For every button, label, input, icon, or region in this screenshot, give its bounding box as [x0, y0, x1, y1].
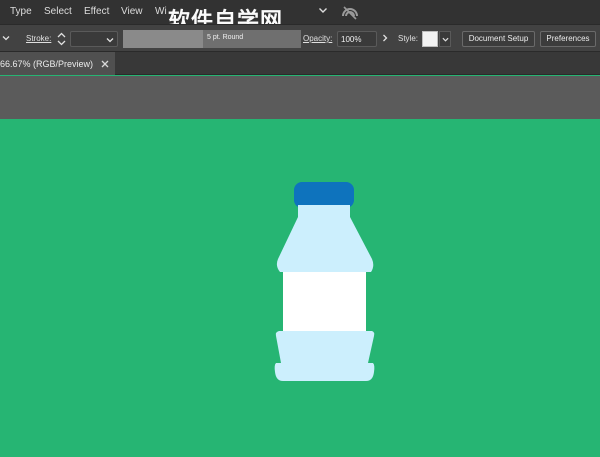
style-label: Style: — [398, 34, 419, 43]
document-tab-bar: 66.67% (RGB/Preview) — [0, 52, 600, 75]
canvas-pasteboard — [0, 76, 600, 119]
close-icon[interactable] — [101, 60, 109, 68]
bottle-illustration[interactable] — [269, 178, 379, 388]
menu-bar: Type Select Effect View Wi 软件自学网 — [0, 0, 600, 34]
bottle-body — [274, 331, 375, 381]
opacity-value: 100% — [341, 35, 362, 44]
menu-select[interactable]: Select — [44, 6, 72, 17]
chevron-down-icon[interactable] — [442, 36, 449, 43]
menu-view[interactable]: View — [121, 6, 143, 17]
style-swatch[interactable] — [422, 31, 438, 47]
stepper-icon[interactable] — [55, 30, 68, 48]
stroke-label[interactable]: Stroke: — [26, 34, 51, 43]
menu-type[interactable]: Type — [10, 6, 32, 17]
brush-definition[interactable]: 5 pt. Round — [203, 30, 301, 48]
chevron-right-icon[interactable] — [381, 34, 389, 42]
brush-preset-label: 5 pt. Round — [207, 34, 244, 41]
document-setup-button[interactable]: Document Setup — [462, 31, 535, 47]
chevron-down-icon[interactable] — [2, 34, 10, 42]
preferences-button[interactable]: Preferences — [540, 31, 596, 47]
bottle-label — [283, 272, 366, 332]
style-dropdown[interactable] — [439, 31, 451, 47]
document-tab-label: 66.67% (RGB/Preview) — [0, 59, 94, 69]
chevron-down-icon[interactable] — [106, 36, 114, 44]
gpu-performance-icon[interactable] — [340, 3, 360, 21]
opacity-field[interactable]: 100% — [337, 31, 377, 47]
chevron-down-icon[interactable] — [318, 5, 328, 15]
menu-effect[interactable]: Effect — [84, 6, 109, 17]
bottle-cap — [294, 182, 354, 208]
opacity-label[interactable]: Opacity: — [303, 34, 332, 43]
menu-window[interactable]: Wi — [155, 6, 167, 17]
control-bar: Stroke: 5 pt. Round Opacity: 100% Style:… — [0, 24, 600, 52]
stroke-weight-field[interactable] — [70, 31, 118, 47]
bottle-neck — [276, 205, 374, 272]
document-tab[interactable]: 66.67% (RGB/Preview) — [0, 52, 115, 75]
variable-width-profile[interactable] — [123, 30, 203, 48]
